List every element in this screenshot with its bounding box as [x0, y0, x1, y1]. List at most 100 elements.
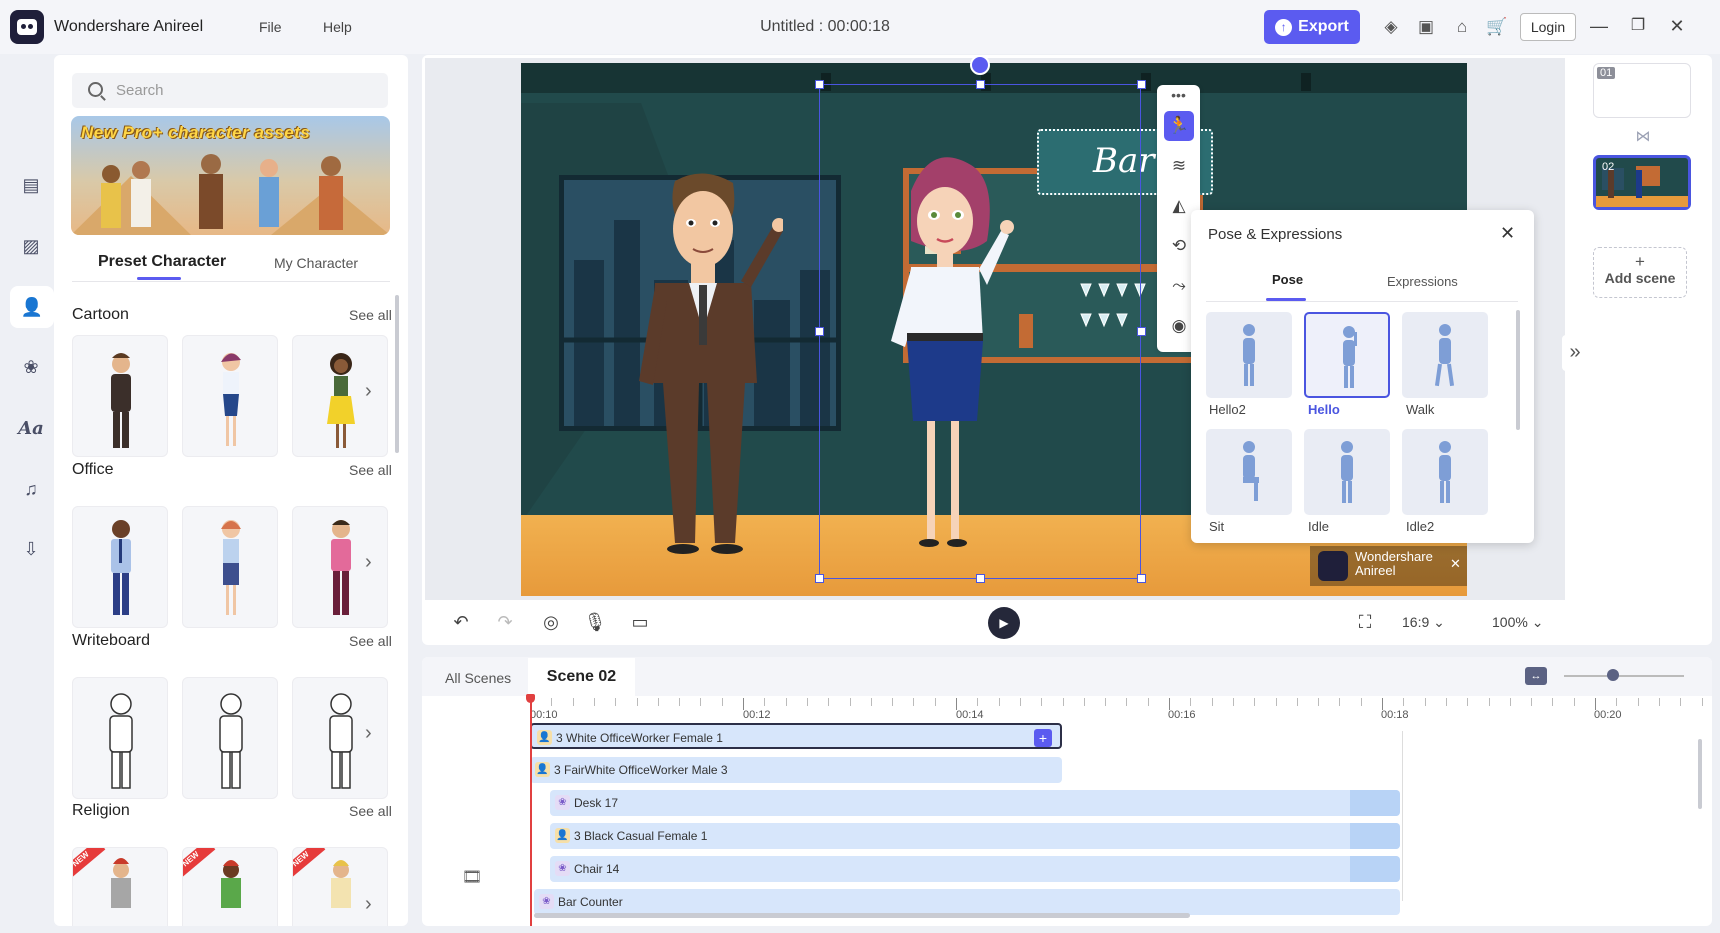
props-icon[interactable]: ❀: [14, 350, 48, 384]
character-card[interactable]: [72, 335, 168, 457]
timeline-h-scrollbar[interactable]: [534, 913, 1190, 918]
fullscreen-icon[interactable]: ⛶: [1353, 610, 1377, 634]
playhead[interactable]: [530, 696, 532, 926]
pose-icon[interactable]: 🏃: [1164, 111, 1194, 141]
timeline-track-selected[interactable]: 👤 3 White OfficeWorker Female 1 +: [530, 723, 1062, 749]
filmstrip-icon[interactable]: 🎞: [462, 867, 484, 886]
tab-my-character[interactable]: My Character: [274, 255, 358, 271]
scene-thumbnail-selected[interactable]: 02: [1593, 155, 1691, 210]
tab-pose[interactable]: Pose: [1272, 272, 1303, 287]
character-card[interactable]: NEW: [292, 847, 388, 926]
resize-handle[interactable]: [976, 80, 985, 89]
close-watermark-icon[interactable]: ✕: [1450, 556, 1461, 572]
zoom-select[interactable]: 100% ⌄: [1492, 614, 1543, 631]
add-keyframe-icon[interactable]: +: [1034, 729, 1052, 747]
timeline-track[interactable]: ❀ Bar Counter: [534, 889, 1400, 915]
timeline-v-scrollbar[interactable]: [1698, 739, 1702, 809]
close-icon[interactable]: ✕: [1500, 223, 1515, 244]
replace-icon[interactable]: ⟲: [1164, 231, 1194, 261]
tab-preset-character[interactable]: Preset Character: [98, 253, 226, 271]
scene-thumbnail[interactable]: 01: [1593, 63, 1691, 118]
microphone-icon[interactable]: 🎙: [583, 610, 607, 634]
resize-handle[interactable]: [815, 327, 824, 336]
resize-handle[interactable]: [1137, 574, 1146, 583]
tab-current-scene[interactable]: Scene 02: [528, 658, 635, 696]
character-card[interactable]: [72, 506, 168, 628]
tab-all-scenes[interactable]: All Scenes: [445, 670, 511, 686]
lip-sync-icon[interactable]: ◉: [1164, 311, 1194, 341]
character-card[interactable]: [182, 506, 278, 628]
timeline-track[interactable]: ❀ Desk 17: [550, 790, 1400, 816]
cart-icon[interactable]: 🛒: [1486, 16, 1508, 38]
resize-handle[interactable]: [815, 574, 824, 583]
camera-icon[interactable]: ▭: [628, 610, 652, 634]
pose-option[interactable]: [1206, 429, 1292, 515]
see-all-cartoon[interactable]: See all: [349, 307, 392, 323]
character-card[interactable]: NEW: [72, 847, 168, 926]
chevron-right-icon[interactable]: ›: [365, 893, 372, 916]
timeline-zoom-slider[interactable]: [1564, 675, 1684, 677]
character-card[interactable]: [72, 677, 168, 799]
pose-option-selected[interactable]: [1304, 312, 1390, 398]
pose-option[interactable]: [1402, 312, 1488, 398]
character-card[interactable]: [182, 677, 278, 799]
character-icon[interactable]: 👤: [10, 286, 54, 328]
add-scene-button[interactable]: + Add scene: [1593, 247, 1687, 298]
aspect-ratio-select[interactable]: 16:9 ⌄: [1402, 614, 1445, 631]
resize-handle[interactable]: [1137, 80, 1146, 89]
character-card[interactable]: NEW: [182, 847, 278, 926]
resize-handle[interactable]: [1137, 327, 1146, 336]
more-icon[interactable]: •••: [1157, 87, 1200, 103]
promo-banner[interactable]: New Pro+ character assets: [71, 116, 390, 235]
timeline-track[interactable]: ❀ Chair 14: [550, 856, 1400, 882]
character-card[interactable]: [292, 677, 388, 799]
record-screen-icon[interactable]: ◎: [539, 610, 563, 634]
minimize-icon[interactable]: —: [1587, 14, 1611, 38]
text-icon[interactable]: Aa: [14, 412, 48, 446]
undo-icon[interactable]: ↶: [449, 610, 473, 634]
restore-icon[interactable]: ❐: [1626, 14, 1650, 38]
pose-option[interactable]: [1402, 429, 1488, 515]
resize-handle[interactable]: [815, 80, 824, 89]
pose-option[interactable]: [1304, 429, 1390, 515]
import-icon[interactable]: ⇩: [14, 532, 48, 566]
templates-icon[interactable]: ▤: [14, 168, 48, 202]
timeline-track[interactable]: 👤 3 FairWhite OfficeWorker Male 3: [530, 757, 1062, 783]
export-button[interactable]: ↑ Export: [1264, 10, 1360, 44]
layers-icon[interactable]: ≋: [1164, 151, 1194, 181]
flip-icon[interactable]: ◭: [1164, 191, 1194, 221]
close-icon[interactable]: ✕: [1665, 14, 1689, 38]
chevron-right-icon[interactable]: ›: [365, 380, 372, 403]
music-icon[interactable]: ♫: [14, 472, 48, 506]
fit-timeline-icon[interactable]: ↔: [1525, 667, 1547, 685]
timeline-track[interactable]: 👤 3 Black Casual Female 1: [550, 823, 1400, 849]
motion-path-icon[interactable]: ⤳: [1164, 271, 1194, 301]
character-card[interactable]: [292, 335, 388, 457]
male-character[interactable]: [633, 171, 783, 561]
resize-handle[interactable]: [976, 574, 985, 583]
tab-expressions[interactable]: Expressions: [1387, 274, 1458, 289]
expand-panel-icon[interactable]: »: [1562, 335, 1588, 371]
save-icon[interactable]: ▣: [1415, 16, 1437, 38]
chevron-right-icon[interactable]: ›: [365, 722, 372, 745]
see-all-office[interactable]: See all: [349, 462, 392, 478]
rotate-handle[interactable]: [970, 55, 990, 75]
background-icon[interactable]: ▨: [14, 229, 48, 263]
timeline-zoom-knob[interactable]: [1607, 669, 1619, 681]
home-icon[interactable]: ⌂: [1451, 16, 1473, 38]
see-all-writeboard[interactable]: See all: [349, 633, 392, 649]
play-button[interactable]: ▶: [988, 607, 1020, 639]
see-all-religion[interactable]: See all: [349, 803, 392, 819]
chevron-right-icon[interactable]: ›: [365, 551, 372, 574]
pose-option[interactable]: [1206, 312, 1292, 398]
transition-icon[interactable]: ⋈: [1634, 128, 1652, 146]
search-input[interactable]: Search: [72, 73, 388, 108]
graduation-cap-icon[interactable]: ◈: [1380, 16, 1402, 38]
character-card[interactable]: [182, 335, 278, 457]
panel-scrollbar[interactable]: [395, 295, 399, 453]
pose-scrollbar[interactable]: [1516, 310, 1520, 430]
redo-icon[interactable]: ↷: [493, 610, 517, 634]
login-button[interactable]: Login: [1520, 13, 1576, 41]
playhead-handle[interactable]: [526, 694, 535, 703]
character-card[interactable]: [292, 506, 388, 628]
